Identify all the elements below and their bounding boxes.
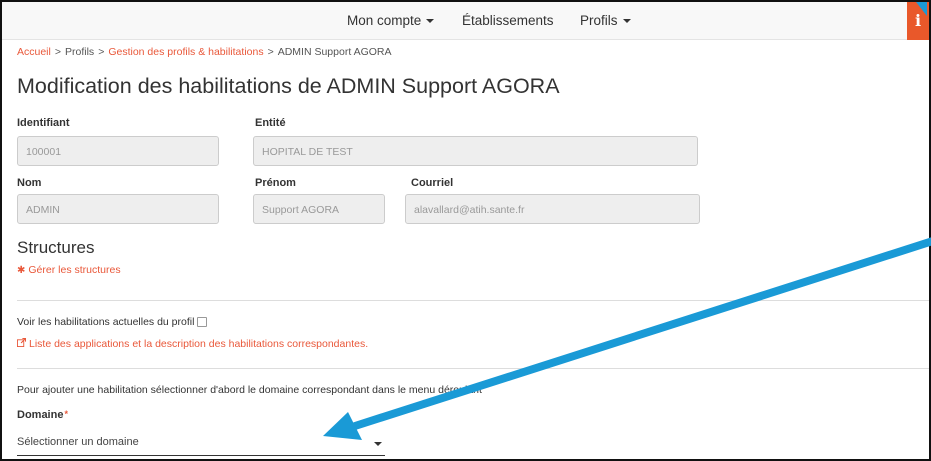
required-mark: * [64,409,68,419]
identifiant-label: Identifiant [17,117,70,129]
breadcrumb-profils: Profils [65,46,95,58]
breadcrumb-accueil[interactable]: Accueil [17,46,51,58]
habilitations-checkbox-row[interactable]: Voir les habilitations actuelles du prof… [17,316,208,328]
breadcrumb-gestion[interactable]: Gestion des profils & habilitations [108,46,263,58]
domain-label: Domaine* [17,409,68,421]
nav-mon-compte[interactable]: Mon compte [347,13,435,28]
applications-list-label: Liste des applications et la description… [29,338,369,350]
nom-label: Nom [17,177,42,189]
habilitations-checkbox[interactable] [197,317,208,328]
domain-hint: Pour ajouter une habilitation sélectionn… [17,384,482,396]
nav-etablissements[interactable]: Établissements [462,13,554,28]
info-icon[interactable]: i [907,2,929,40]
breadcrumb-separator: > [267,46,274,58]
divider [17,300,929,301]
breadcrumb-current: ADMIN Support AGORA [277,46,392,58]
caret-down-icon [622,19,631,24]
page-title: Modification des habilitations de ADMIN … [17,74,560,98]
entite-label: Entité [255,117,286,129]
breadcrumb-separator: > [98,46,105,58]
manage-structures-label: Gérer les structures [28,264,121,276]
breadcrumb: Accueil > Profils > Gestion des profils & ha… [17,46,392,58]
top-navbar: Mon compte Établissements Profils i [2,2,929,40]
nav-profils[interactable]: Profils [580,13,631,28]
breadcrumb-separator: > [54,46,61,58]
caret-down-icon[interactable] [374,442,382,446]
nav-mon-compte-label: Mon compte [347,13,422,28]
divider [17,368,929,369]
nav-etablissements-label: Établissements [462,13,554,28]
domain-label-text: Domaine [17,409,64,421]
caret-down-icon [426,19,435,24]
applications-list-link[interactable]: Liste des applications et la description… [17,337,369,350]
nav-profils-label: Profils [580,13,618,28]
prenom-label: Prénom [255,177,296,189]
courriel-label: Courriel [411,177,454,189]
prenom-field[interactable]: Support AGORA [253,194,385,224]
domain-select-value: Sélectionner un domaine [17,436,139,448]
external-link-icon [17,337,27,350]
manage-structures-link[interactable]: ✱ Gérer les structures [17,264,121,276]
nom-field[interactable]: ADMIN [17,194,219,224]
gear-icon: ✱ [17,265,26,276]
structures-title: Structures [17,238,95,257]
entite-field[interactable]: HOPITAL DE TEST [253,136,698,166]
courriel-field[interactable]: alavallard@atih.sante.fr [405,194,700,224]
habilitations-checkbox-label: Voir les habilitations actuelles du prof… [17,316,195,328]
domain-select[interactable]: Sélectionner un domaine [17,428,385,456]
identifiant-field[interactable]: 100001 [17,136,219,166]
